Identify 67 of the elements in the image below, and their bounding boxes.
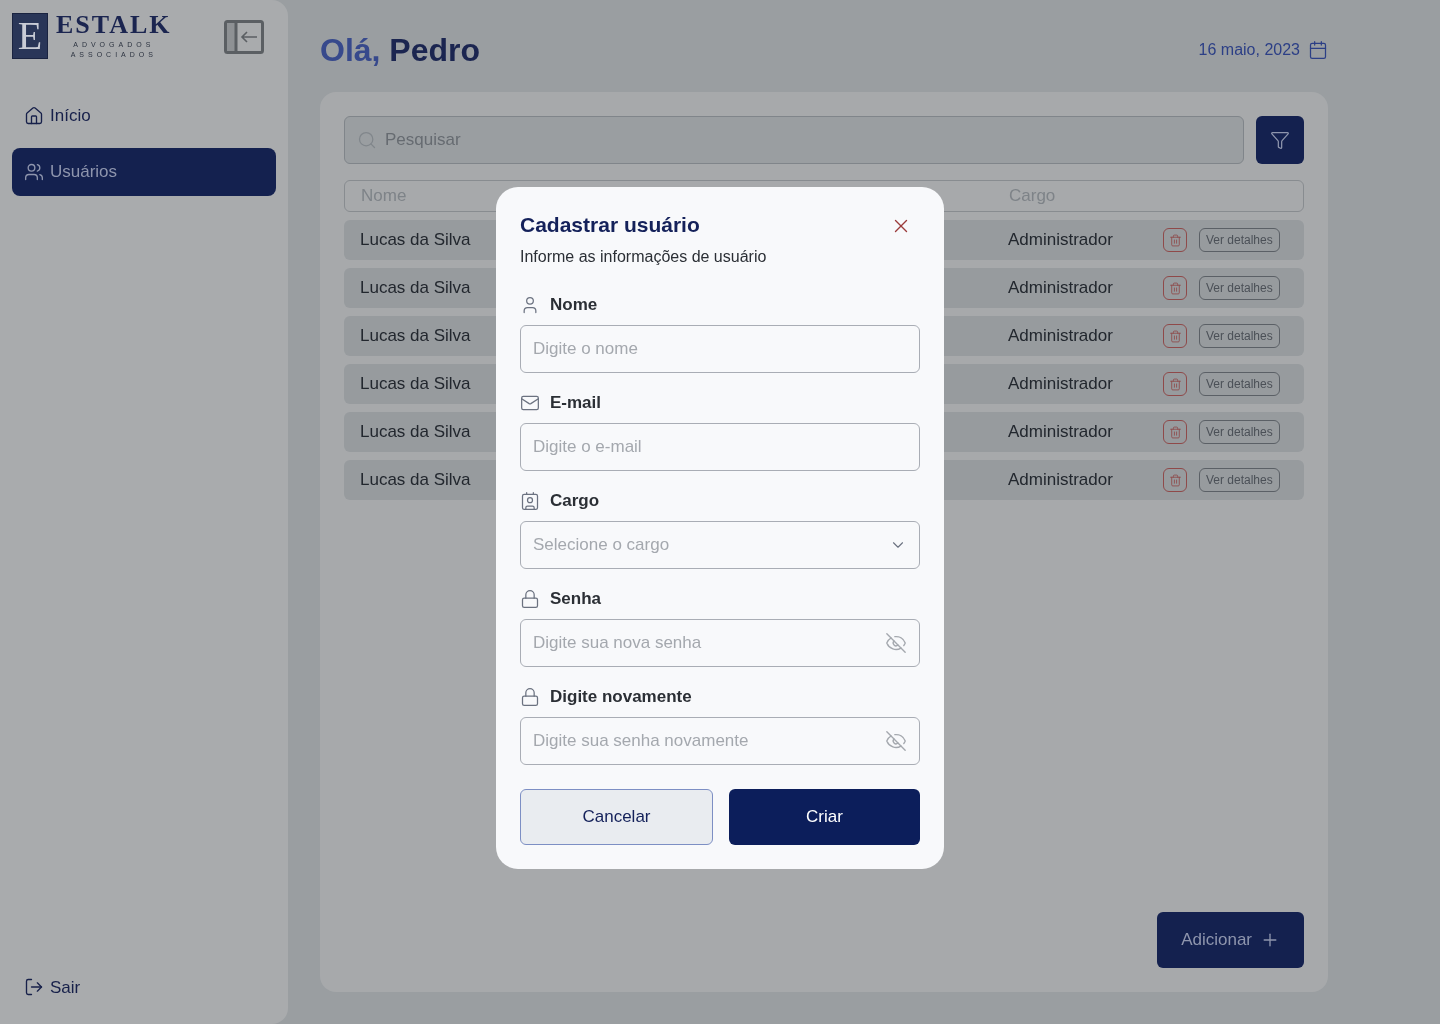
name-cell-text: Lucas da Silva — [360, 469, 472, 492]
role-cell-text: Administrador — [1008, 277, 1114, 300]
role-cell-text: Administrador — [1008, 373, 1114, 396]
field-label: Nome — [550, 294, 598, 317]
add-button[interactable]: Adicionar — [1157, 912, 1304, 968]
eye-off-icon — [885, 632, 907, 654]
input-field[interactable]: Digite sua senha novamente — [520, 717, 920, 765]
create-button[interactable]: Criar — [729, 789, 920, 845]
delete-button[interactable] — [1163, 276, 1187, 300]
modal-subtitle: Informe as informações de usuário — [520, 247, 768, 267]
role-cell-text: Administrador — [1008, 421, 1114, 444]
collapse-panel-icon — [224, 20, 264, 54]
details-button[interactable]: Ver detalhes — [1199, 228, 1280, 252]
date-label: 16 maio, 2023 — [1198, 40, 1300, 60]
envelope-icon — [520, 393, 540, 413]
delete-button[interactable] — [1163, 420, 1187, 444]
name-cell-text: Lucas da Silva — [360, 325, 472, 348]
details-button[interactable]: Ver detalhes — [1199, 420, 1280, 444]
details-button[interactable]: Ver detalhes — [1199, 468, 1280, 492]
greeting-title: Olá, Pedro — [320, 31, 481, 70]
name-cell-text: Lucas da Silva — [360, 421, 472, 444]
role-cell-text: Administrador — [1008, 325, 1114, 348]
logo-mark: E — [12, 13, 48, 59]
name-cell-text: Lucas da Silva — [360, 373, 472, 396]
select-field[interactable]: Selecione o cargo — [520, 521, 920, 569]
search-icon — [357, 130, 377, 150]
logout-button[interactable]: Sair — [12, 974, 276, 1000]
lock-icon — [520, 687, 540, 707]
delete-button[interactable] — [1163, 372, 1187, 396]
details-button[interactable]: Ver detalhes — [1199, 276, 1280, 300]
logo-name: ESTALK — [56, 12, 172, 38]
delete-button[interactable] — [1163, 324, 1187, 348]
details-button[interactable]: Ver detalhes — [1199, 324, 1280, 348]
users-icon — [24, 162, 44, 182]
input-field[interactable]: Digite o e-mail — [520, 423, 920, 471]
field-label: Cargo — [550, 490, 600, 513]
nav-item[interactable]: Usuários — [12, 148, 276, 196]
field-label: Senha — [550, 588, 602, 611]
lock-icon — [520, 589, 540, 609]
contact-card-icon — [520, 491, 540, 511]
delete-button[interactable] — [1163, 468, 1187, 492]
collapse-sidebar-button[interactable] — [224, 20, 264, 54]
field-label: E-mail — [550, 392, 602, 415]
home-icon — [24, 106, 44, 126]
input-field[interactable]: Digite o nome — [520, 325, 920, 373]
details-button[interactable]: Ver detalhes — [1199, 372, 1280, 396]
filter-button[interactable] — [1256, 116, 1304, 164]
modal-title: Cadastrar usuário — [520, 212, 700, 238]
name-cell-text: Lucas da Silva — [360, 277, 472, 300]
name-cell-text: Lucas da Silva — [360, 229, 472, 252]
cancel-button[interactable]: Cancelar — [520, 789, 713, 845]
trash-icon — [1168, 281, 1182, 295]
filter-icon — [1270, 130, 1290, 150]
trash-icon — [1168, 377, 1182, 391]
calendar-icon — [1308, 40, 1328, 60]
delete-button[interactable] — [1163, 228, 1187, 252]
trash-icon — [1168, 473, 1182, 487]
role-cell-text: Administrador — [1008, 469, 1114, 492]
role-cell-text: Administrador — [1008, 229, 1114, 252]
trash-icon — [1168, 425, 1182, 439]
nav-item[interactable]: Início — [12, 92, 276, 140]
field-label: Digite novamente — [550, 686, 692, 709]
logout-icon — [24, 977, 44, 998]
trash-icon — [1168, 329, 1182, 343]
eye-off-icon — [885, 730, 907, 752]
input-field[interactable]: Digite sua nova senha — [520, 619, 920, 667]
trash-icon — [1168, 233, 1182, 247]
